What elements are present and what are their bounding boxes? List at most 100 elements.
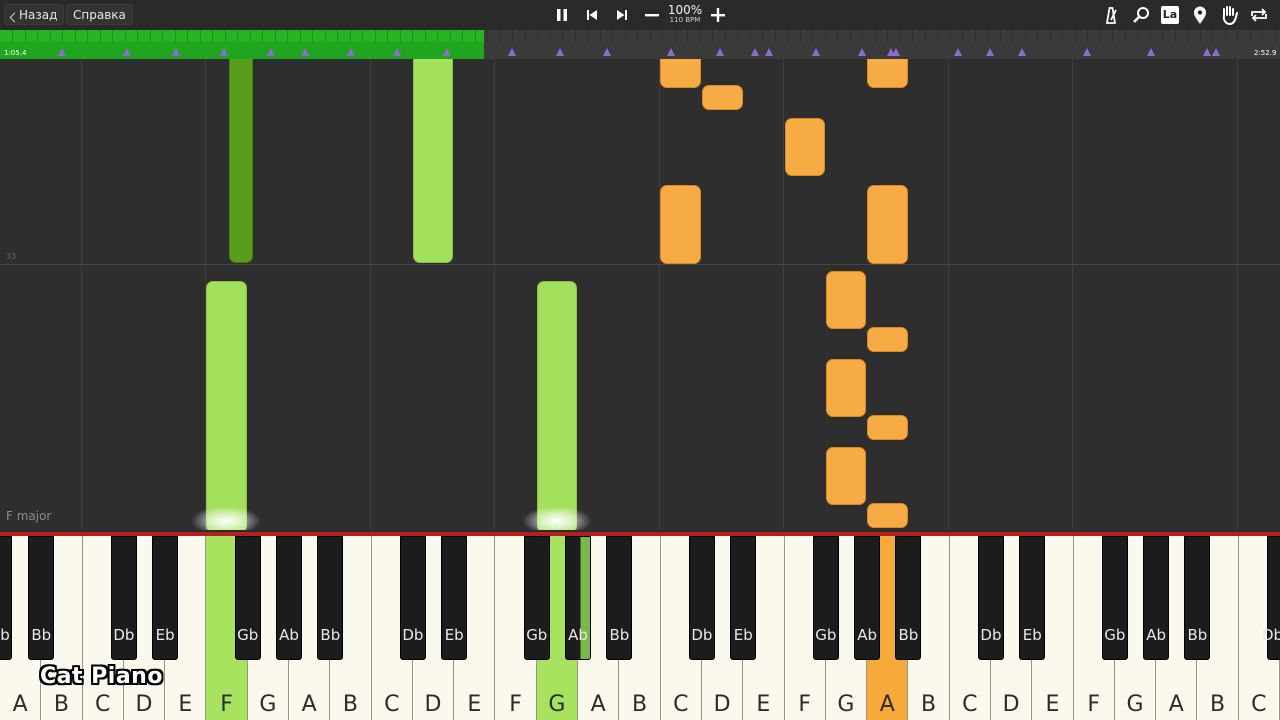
progress-tick (199, 30, 201, 42)
progress-tick (99, 30, 101, 42)
label-icon[interactable]: La (1159, 5, 1181, 25)
song-progress-bar[interactable] (0, 30, 1280, 59)
progress-tick (637, 30, 638, 42)
black-key-gb[interactable]: Gb (523, 536, 550, 660)
metronome-icon[interactable] (1100, 5, 1122, 25)
black-key-db[interactable]: Db (399, 536, 426, 660)
section-marker (508, 48, 516, 56)
grid-line (370, 59, 371, 530)
pause-icon[interactable] (551, 5, 573, 25)
progress-tick (649, 30, 651, 42)
progress-tick (37, 30, 38, 42)
black-key-db[interactable]: Db (977, 536, 1004, 660)
grid-line (1237, 59, 1238, 530)
black-key-eb[interactable]: Eb (730, 536, 757, 660)
progress-tick (799, 30, 801, 42)
help-button[interactable]: Справка (66, 4, 133, 25)
section-marker (1212, 48, 1220, 56)
progress-tick (262, 30, 263, 42)
key-label: Gb (815, 626, 837, 644)
progress-tick (774, 30, 776, 42)
key-label: Db (691, 626, 713, 644)
black-key-bb[interactable]: Bb (606, 536, 633, 660)
progress-tick (212, 30, 213, 42)
location-pin-icon[interactable] (1189, 5, 1211, 25)
black-key-ab[interactable]: Ab (854, 536, 881, 660)
note-bar (229, 59, 253, 263)
key-label: A (301, 692, 317, 717)
key-label: C (1251, 692, 1267, 717)
note-bar (660, 59, 701, 88)
key-label: B (1210, 692, 1226, 717)
progress-tick (537, 30, 538, 42)
progress-tick (12, 30, 13, 42)
back-button[interactable]: Назад (4, 4, 65, 25)
progress-tick (274, 30, 276, 42)
section-marker (858, 48, 866, 56)
minus-icon[interactable] (641, 5, 663, 25)
skip-back-icon[interactable] (581, 5, 603, 25)
black-key-eb[interactable]: Eb (152, 536, 179, 660)
measure-number: 33 (6, 252, 17, 261)
key-label: Db (402, 626, 424, 644)
chevron-left-icon (9, 12, 20, 23)
note-bar (826, 271, 866, 329)
black-key-ab[interactable]: Ab (276, 536, 303, 660)
section-marker (1018, 48, 1026, 56)
key-label: Ab (568, 626, 588, 644)
section-marker (267, 48, 275, 56)
black-key-gb[interactable]: Gb (1101, 536, 1128, 660)
progress-tick (237, 30, 238, 42)
progress-tick (362, 30, 363, 42)
progress-tick (399, 30, 401, 42)
section-marker (1083, 48, 1091, 56)
key-label: Gb (526, 626, 548, 644)
progress-tick (762, 30, 763, 42)
progress-tick (1237, 30, 1238, 42)
black-key-bb[interactable]: Bb (317, 536, 344, 660)
key-label: Bb (31, 626, 52, 644)
loop-icon[interactable] (1248, 5, 1270, 25)
note-bar (413, 59, 453, 263)
progress-tick (912, 30, 913, 42)
grid-line (659, 59, 660, 530)
key-label: D (1002, 692, 1020, 717)
progress-tick (549, 30, 551, 42)
section-marker (812, 48, 820, 56)
progress-tick (712, 30, 713, 42)
progress-tick (437, 30, 438, 42)
black-key-ab[interactable]: Ab (1143, 536, 1170, 660)
progress-tick (1099, 30, 1101, 42)
black-key-gb[interactable]: Gb (812, 536, 839, 660)
key-signature: F major (6, 509, 52, 523)
black-key-eb[interactable]: Eb (441, 536, 468, 660)
progress-tick (249, 30, 251, 42)
section-marker (123, 48, 131, 56)
black-key-bb[interactable]: Bb (1184, 536, 1211, 660)
black-key-gb[interactable]: Gb (234, 536, 261, 660)
key-label: Db (980, 626, 1002, 644)
plus-icon[interactable] (707, 5, 729, 25)
top-toolbar: Назад Справка 100% 110 BPM La (0, 0, 1280, 31)
section-marker (58, 48, 66, 56)
black-key-bb[interactable]: Bb (895, 536, 922, 660)
key-label: D (424, 692, 442, 717)
progress-tick (49, 30, 51, 42)
progress-tick (1162, 30, 1163, 42)
key-label: Bb (320, 626, 341, 644)
black-key-db[interactable]: Db (110, 536, 137, 660)
black-key-db[interactable]: Db (1262, 536, 1280, 660)
search-icon[interactable] (1130, 5, 1152, 25)
hand-icon[interactable] (1218, 5, 1240, 25)
black-key-eb[interactable]: Eb (1019, 536, 1046, 660)
progress-tick (337, 30, 338, 42)
progress-tick (462, 30, 463, 42)
skip-forward-icon[interactable] (611, 5, 633, 25)
progress-tick (299, 30, 301, 42)
progress-tick (1049, 30, 1051, 42)
black-key-db[interactable]: Db (688, 536, 715, 660)
black-key-bb[interactable]: Bb (28, 536, 55, 660)
black-key-edge[interactable]: b (0, 536, 12, 660)
black-key-ab[interactable]: Ab (565, 536, 592, 660)
progress-tick (1174, 30, 1176, 42)
